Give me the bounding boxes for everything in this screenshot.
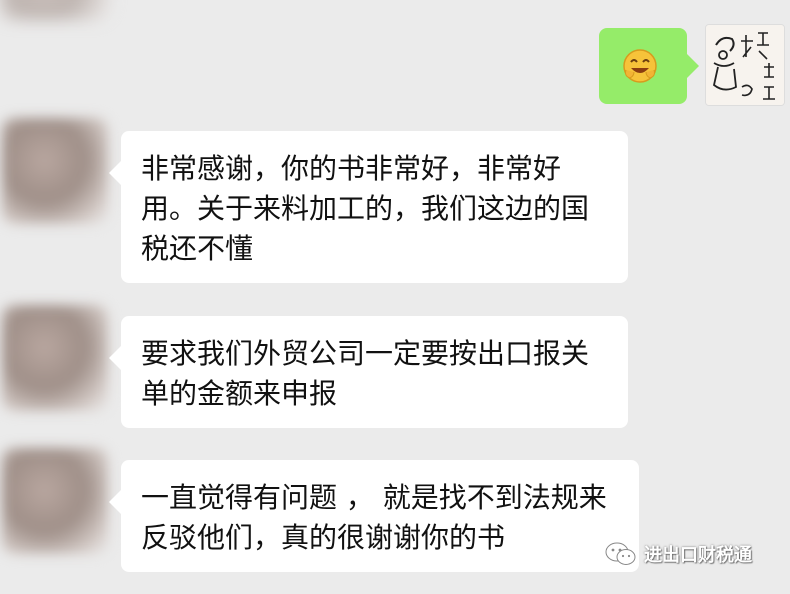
avatar-partial [0,0,110,20]
watermark-text: 进出口财税通 [644,545,752,566]
message-text: 非常感谢，你的书非常好，非常好用。关于来料加工的，我们这边的国税还不懂 [141,152,590,265]
wechat-icon [605,542,636,565]
contact-avatar[interactable] [2,305,108,411]
laughing-emoji-icon [623,49,657,83]
received-message-bubble[interactable]: 非常感谢，你的书非常好，非常好用。关于来料加工的，我们这边的国税还不懂 [109,131,628,283]
watermark: 进出口财税通 [604,541,752,567]
bubble-tail [687,54,699,78]
contact-avatar[interactable] [2,118,108,224]
message-text: 一直觉得有问题 ， 就是找不到法规来反驳他们，真的很谢谢你的书 [141,481,607,554]
message-text: 要求我们外贸公司一定要按出口报关单的金额来申报 [141,337,590,410]
received-message-bubble[interactable]: 一直觉得有问题 ， 就是找不到法规来反驳他们，真的很谢谢你的书 [109,460,639,572]
sent-message-bubble[interactable] [599,28,699,104]
contact-avatar[interactable] [2,448,108,554]
received-message-bubble[interactable]: 要求我们外贸公司一定要按出口报关单的金额来申报 [109,316,628,428]
sketch-avatar-icon [706,25,784,105]
bubble-tail [109,161,121,185]
bubble-tail [109,346,121,370]
self-avatar[interactable] [705,24,785,106]
bubble-tail [109,490,121,514]
